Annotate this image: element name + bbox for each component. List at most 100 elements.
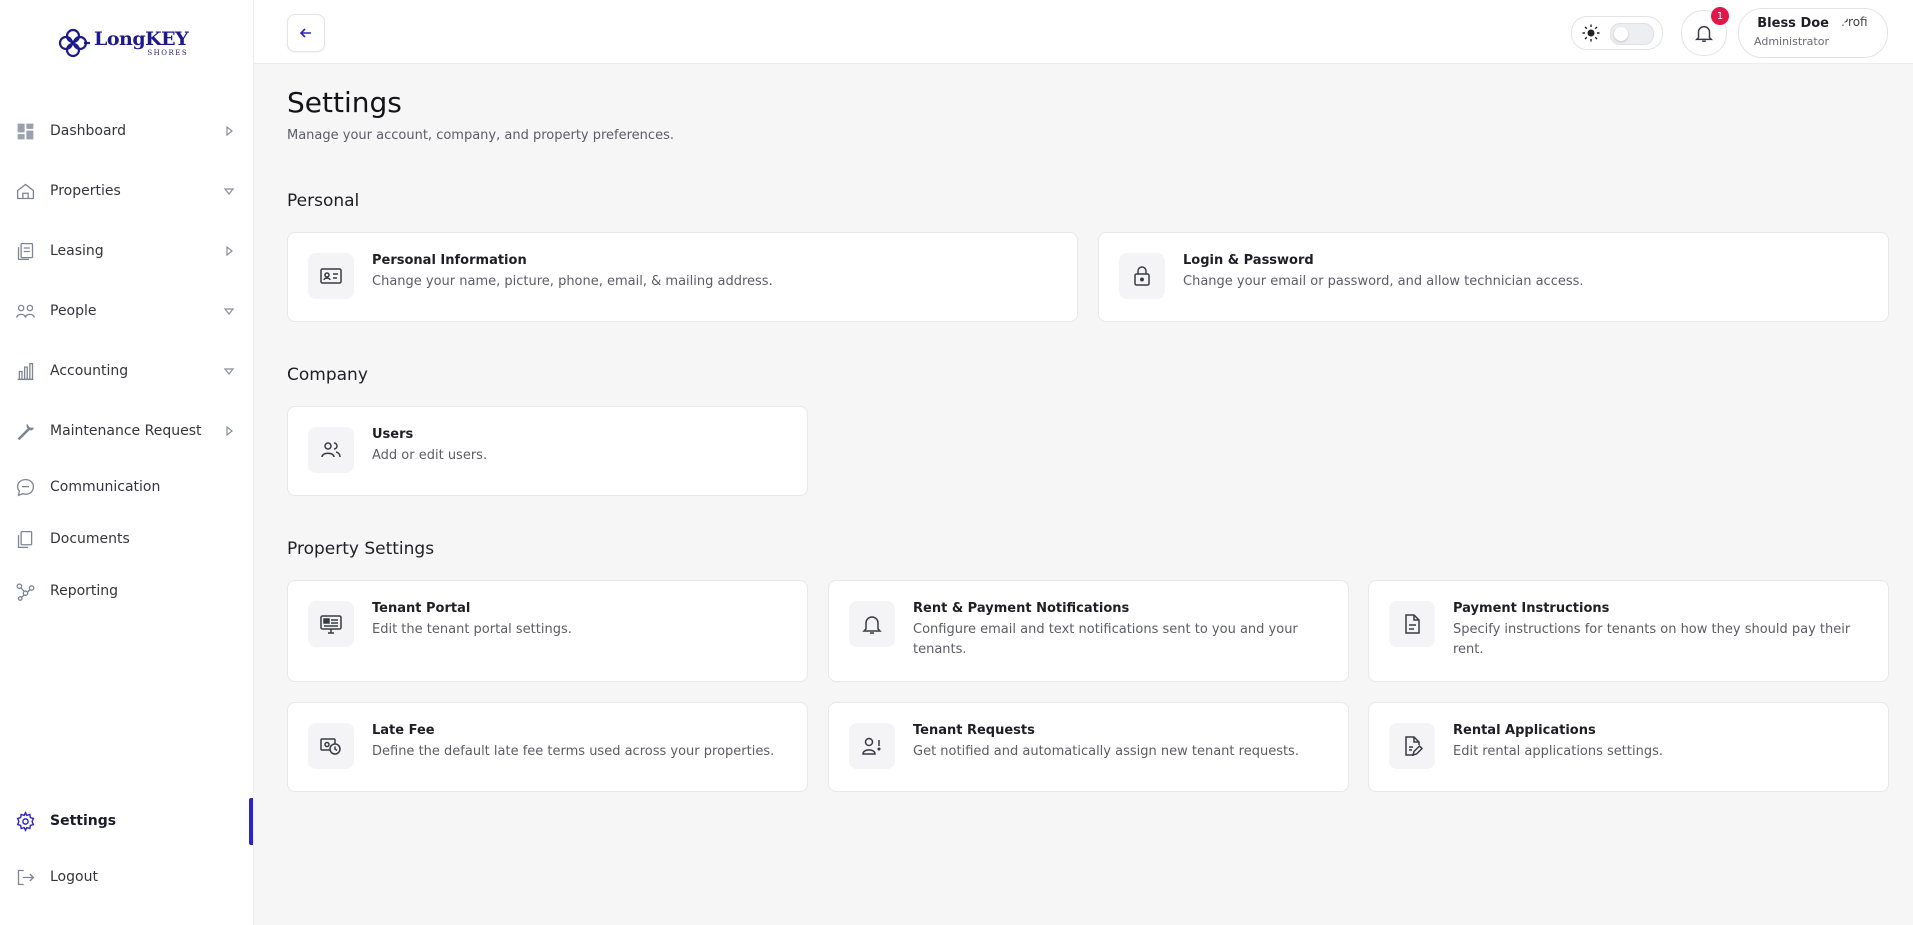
card-title: Tenant Requests <box>913 723 1035 738</box>
switch-knob <box>1614 27 1628 41</box>
notifications-button[interactable]: 1 <box>1681 7 1729 56</box>
sidebar-item-people[interactable]: People <box>0 291 253 331</box>
card-title: Personal Information <box>372 253 527 268</box>
sidebar-item-settings[interactable]: Settings <box>0 797 253 845</box>
card-description: Add or edit users. <box>372 448 488 463</box>
section-title-property-settings: Property Settings <box>287 539 435 559</box>
sidebar-item-label: Documents <box>50 531 130 547</box>
sidebar-item-label: Logout <box>50 869 98 885</box>
chat-bubble-icon <box>15 477 36 498</box>
card-title: Late Fee <box>372 723 435 738</box>
card-description: Configure email and text notifications s… <box>913 622 1298 657</box>
brand-subtitle: SHORES <box>147 48 189 57</box>
card-title: Tenant Portal <box>372 601 471 616</box>
documents-stack-icon <box>15 241 36 262</box>
section-title-personal: Personal <box>287 191 360 211</box>
theme-toggle[interactable] <box>1571 16 1663 50</box>
card-title: Login & Password <box>1183 253 1314 268</box>
file-edit-icon <box>1389 723 1435 769</box>
card-tenant-portal[interactable]: Tenant Portal Edit the tenant portal set… <box>287 580 808 682</box>
sidebar-item-accounting[interactable]: Accounting <box>0 351 253 391</box>
active-indicator <box>249 797 253 845</box>
chevron-right-icon <box>226 426 233 436</box>
sidebar-item-label: People <box>50 303 97 319</box>
card-title: Users <box>372 427 414 442</box>
users-icon <box>308 427 354 473</box>
sidebar-item-label: Communication <box>50 479 161 495</box>
sidebar-item-label: Reporting <box>50 583 119 599</box>
wrench-icon <box>15 421 36 442</box>
main-content: 1 Bless Doe Administrator Profi Settings… <box>254 0 1913 925</box>
clock-money-icon <box>308 723 354 769</box>
avatar[interactable]: Profi <box>1841 15 1875 49</box>
chevron-down-icon <box>224 308 234 315</box>
back-button[interactable] <box>287 14 325 52</box>
sidebar-item-maintenance-request[interactable]: Maintenance Request <box>0 411 253 451</box>
monitor-icon <box>308 601 354 647</box>
card-rent-payment-notifications[interactable]: Rent & Payment Notifications Configure e… <box>828 580 1349 682</box>
people-icon <box>15 301 36 322</box>
sun-icon <box>1582 24 1600 42</box>
bell-icon <box>1694 25 1714 42</box>
card-description: Change your email or password, and allow… <box>1183 274 1584 289</box>
bell-icon <box>849 601 895 647</box>
page-subtitle: Manage your account, company, and proper… <box>287 128 674 143</box>
user-role: Administrator <box>1754 35 1829 48</box>
section-title-company: Company <box>287 365 368 385</box>
sidebar-item-leasing[interactable]: Leasing <box>0 231 253 271</box>
sidebar-item-logout[interactable]: Logout <box>0 857 253 897</box>
dashboard-icon <box>15 121 36 142</box>
user-menu[interactable]: Bless Doe Administrator Profi <box>1738 8 1888 58</box>
id-card-icon <box>308 253 354 299</box>
house-icon <box>15 181 36 202</box>
theme-switch[interactable] <box>1610 23 1654 45</box>
card-payment-instructions[interactable]: Payment Instructions Specify instruction… <box>1368 580 1889 682</box>
card-late-fee[interactable]: Late Fee Define the default late fee ter… <box>287 702 808 792</box>
document-icon <box>15 529 36 550</box>
card-title: Rental Applications <box>1453 723 1596 738</box>
sidebar-item-label: Settings <box>50 813 117 829</box>
user-name: Bless Doe <box>1757 16 1829 31</box>
sidebar-item-label: Dashboard <box>50 123 126 139</box>
sidebar-item-documents[interactable]: Documents <box>0 519 253 559</box>
card-description: Edit the tenant portal settings. <box>372 622 572 637</box>
arrow-left-icon <box>299 28 311 38</box>
card-description: Define the default late fee terms used a… <box>372 744 775 759</box>
card-title: Rent & Payment Notifications <box>913 601 1130 616</box>
card-tenant-requests[interactable]: Tenant Requests Get notified and automat… <box>828 702 1349 792</box>
card-description: Change your name, picture, phone, email,… <box>372 274 773 289</box>
sidebar: LongKEY SHORES Dashboard Properties Leas… <box>0 0 254 925</box>
sidebar-item-label: Accounting <box>50 363 129 379</box>
card-login-password[interactable]: Login & Password Change your email or pa… <box>1098 232 1889 322</box>
sidebar-item-dashboard[interactable]: Dashboard <box>0 111 253 151</box>
file-text-icon <box>1389 601 1435 647</box>
chevron-right-icon <box>226 126 233 136</box>
card-personal-information[interactable]: Personal Information Change your name, p… <box>287 232 1078 322</box>
nodes-icon <box>15 581 36 602</box>
sidebar-item-communication[interactable]: Communication <box>0 467 253 507</box>
brand-logo[interactable]: LongKEY SHORES <box>56 26 189 60</box>
sidebar-item-label: Properties <box>50 183 121 199</box>
app-root: LongKEY SHORES Dashboard Properties Leas… <box>0 0 1913 925</box>
notification-badge: 1 <box>1711 7 1729 25</box>
card-rental-applications[interactable]: Rental Applications Edit rental applicat… <box>1368 702 1889 792</box>
key-logo-icon <box>58 28 90 58</box>
sidebar-item-reporting[interactable]: Reporting <box>0 571 253 611</box>
card-description: Edit rental applications settings. <box>1453 744 1663 759</box>
chevron-down-icon <box>224 368 234 375</box>
card-description: Get notified and automatically assign ne… <box>913 744 1299 759</box>
card-title: Payment Instructions <box>1453 601 1610 616</box>
sidebar-item-label: Leasing <box>50 243 104 259</box>
bar-chart-icon <box>15 361 36 382</box>
sidebar-item-properties[interactable]: Properties <box>0 171 253 211</box>
lock-icon <box>1119 253 1165 299</box>
brand-name: LongKEY <box>94 27 189 50</box>
card-users[interactable]: Users Add or edit users. <box>287 406 808 496</box>
card-description: Specify instructions for tenants on how … <box>1453 622 1851 657</box>
topbar: 1 Bless Doe Administrator Profi <box>254 0 1913 64</box>
chevron-down-icon <box>224 188 234 195</box>
sidebar-item-label: Maintenance Request <box>50 423 202 439</box>
user-alert-icon <box>849 723 895 769</box>
chevron-right-icon <box>226 246 233 256</box>
page-title: Settings <box>287 86 402 119</box>
